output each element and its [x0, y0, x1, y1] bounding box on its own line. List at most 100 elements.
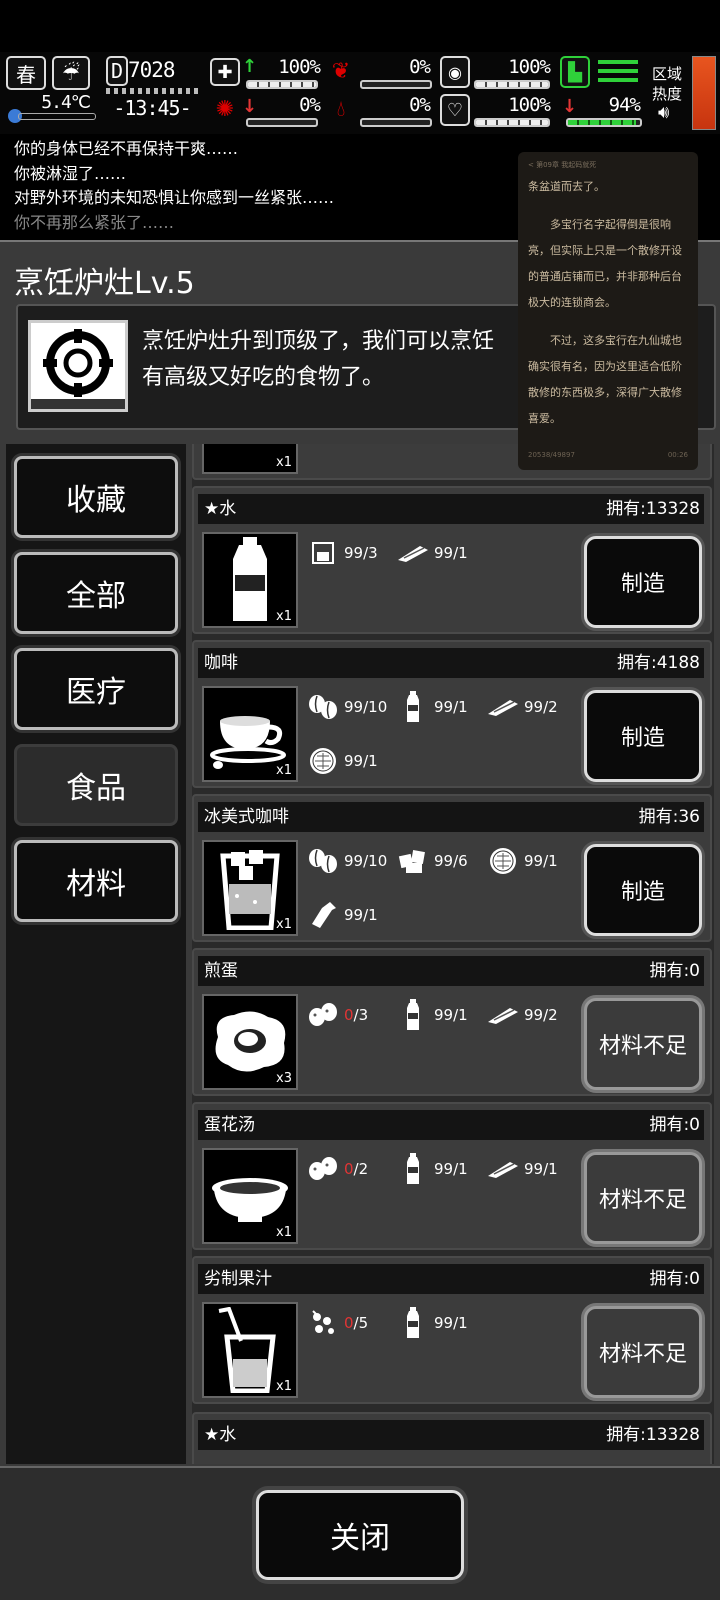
- medkit-icon: ✚: [210, 58, 240, 86]
- insufficient-materials-button[interactable]: 材料不足: [584, 1152, 702, 1244]
- reader-progress: 20538/49897: [528, 451, 575, 459]
- recipe-qty: x1: [276, 1225, 292, 1240]
- ingredient: 99/10: [306, 692, 387, 722]
- rain-icon: ☔: [52, 56, 90, 90]
- craft-button[interactable]: 制造: [584, 844, 702, 936]
- season-label: 春: [16, 62, 36, 87]
- recipe-owned: 拥有:4188: [617, 653, 700, 673]
- recipe-card: 冰美式咖啡 拥有:36 x1 99/10 99/6 99/1 99/1 制造: [192, 794, 712, 942]
- craft-button[interactable]: 制造: [584, 536, 702, 628]
- reader-overlay[interactable]: < 第09章 我起码就死 条盆道而去了。 多宝行名字起得倒是很响亮，但实际上只是…: [518, 152, 698, 470]
- recipe-qty: x1: [276, 763, 292, 778]
- water-bottle-icon: [396, 1153, 430, 1184]
- recipe-name: 冰美式咖啡: [204, 807, 289, 827]
- recipe-owned: 拥有:0: [649, 1115, 700, 1135]
- ingredient: 99/1: [396, 999, 468, 1030]
- infection-pct: 0%: [299, 94, 321, 116]
- ingredient-need: /10: [363, 852, 388, 870]
- recipe-owned: 拥有:0: [649, 1269, 700, 1289]
- ingredient-have: 99: [434, 698, 454, 716]
- ingredient-have: 0: [344, 1160, 354, 1178]
- recipe-owned: 拥有:13328: [606, 1425, 700, 1445]
- recipe-card: 劣制果汁 拥有:0 x1 0/5 99/1 材料不足: [192, 1256, 712, 1404]
- coffee-bean-icon: [306, 846, 340, 876]
- ingredient-have: 0: [344, 1314, 354, 1332]
- insufficient-materials-button[interactable]: 材料不足: [584, 1306, 702, 1398]
- ingredient-have: 99: [344, 852, 364, 870]
- virus-icon: ✺: [215, 96, 235, 122]
- ingredient-need: /5: [353, 1314, 369, 1332]
- recipe-name: 劣制果汁: [204, 1269, 272, 1289]
- season-badge: 春: [6, 56, 46, 90]
- ingredient-have: 99: [434, 1160, 454, 1178]
- recipe-card: ★水 拥有:13328: [192, 1412, 712, 1464]
- juice-glass-icon: x1: [202, 1302, 298, 1398]
- egg-icon: [306, 1000, 340, 1030]
- ingredient: 99/6: [396, 846, 468, 876]
- cloth-icon: [486, 692, 520, 722]
- temperature-value: 5.4℃: [41, 92, 91, 113]
- tab-food[interactable]: 食品: [14, 744, 178, 826]
- star-icon: ★: [204, 1425, 220, 1445]
- close-button[interactable]: 关闭: [256, 1490, 464, 1580]
- stamina-pct: 94%: [608, 94, 641, 116]
- soup-bowl-icon: x1: [202, 1148, 298, 1244]
- recipe-card: ★水 拥有:13328 x1 99/3 99/1 制造: [192, 486, 712, 634]
- recipe-name: 水: [219, 1425, 237, 1445]
- insufficient-materials-button[interactable]: 材料不足: [584, 998, 702, 1090]
- ingredient: 0/5: [306, 1308, 368, 1338]
- ingredient: 99/1: [486, 1154, 558, 1184]
- ingredient-need: /1: [453, 698, 468, 716]
- water-bottle-icon: [396, 1307, 430, 1338]
- ingredient-need: /6: [453, 852, 468, 870]
- ingredient-have: 0: [344, 1006, 354, 1024]
- fried-egg-icon: x3: [202, 994, 298, 1090]
- time-divider: [106, 88, 200, 94]
- ingredient-need: /1: [543, 852, 558, 870]
- recipe-qty: x1: [276, 1379, 292, 1394]
- craft-button[interactable]: 制造: [584, 690, 702, 782]
- sanity-bar: [474, 80, 550, 89]
- sanity-pct: 100%: [508, 56, 551, 78]
- hunger-bar: [360, 80, 432, 89]
- ingredient-have: 99: [344, 698, 364, 716]
- recipe-qty: x3: [276, 1071, 292, 1086]
- ingredient-have: 99: [524, 852, 544, 870]
- ingredient: 99/1: [396, 538, 468, 568]
- recipe-card: 咖啡 拥有:4188 x1 99/10 99/1 99/2 99/1 制造: [192, 640, 712, 788]
- reader-header: < 第09章 我起码就死: [528, 161, 597, 169]
- category-sidebar: 收藏 全部 医疗 食品 材料: [6, 444, 186, 1464]
- recipe-list[interactable]: x1 ★水 拥有:13328 x1 99/3 99/1 制造 咖啡 拥有:4188 x1 99/1…: [192, 444, 714, 1464]
- recipe-owned: 拥有:36: [638, 807, 700, 827]
- brain-icon: ◉: [440, 56, 470, 88]
- tab-favorites[interactable]: 收藏: [14, 456, 178, 538]
- zone-heat-meter: [692, 56, 716, 130]
- boot-icon: ▙: [560, 56, 590, 88]
- ingredient: 0/2: [306, 1154, 368, 1184]
- tab-all[interactable]: 全部: [14, 552, 178, 634]
- water-drop-icon: 💧︎: [336, 96, 346, 122]
- ingredient-have: 99: [524, 1160, 544, 1178]
- water-bottle-icon: [396, 691, 430, 722]
- tab-materials[interactable]: 材料: [14, 840, 178, 922]
- ingredient: 99/3: [306, 538, 378, 568]
- thirst-bar: [360, 118, 432, 127]
- recipe-name: 煎蛋: [204, 961, 238, 981]
- stamina-bar: [566, 118, 642, 127]
- glass-bottle-icon: [306, 900, 340, 930]
- tab-medical[interactable]: 医疗: [14, 648, 178, 730]
- water-bottle-icon: x1: [202, 532, 298, 628]
- speaker-icon[interactable]: 🔊︎: [658, 102, 669, 123]
- plate-icon: x1: [202, 444, 298, 474]
- water-bottle-icon: [396, 999, 430, 1030]
- ingredient-need: /1: [453, 1314, 468, 1332]
- heart-icon: ♡: [440, 94, 470, 126]
- ingredient: 99/1: [306, 746, 378, 776]
- recipe-qty: x1: [276, 455, 292, 470]
- recipe-qty: x1: [276, 917, 292, 932]
- ingredient-have: 99: [344, 544, 364, 562]
- ingredient: 99/1: [306, 900, 378, 930]
- recipe-name: 咖啡: [204, 653, 238, 673]
- berries-icon: [306, 1308, 340, 1338]
- day-prefix: D: [106, 56, 128, 86]
